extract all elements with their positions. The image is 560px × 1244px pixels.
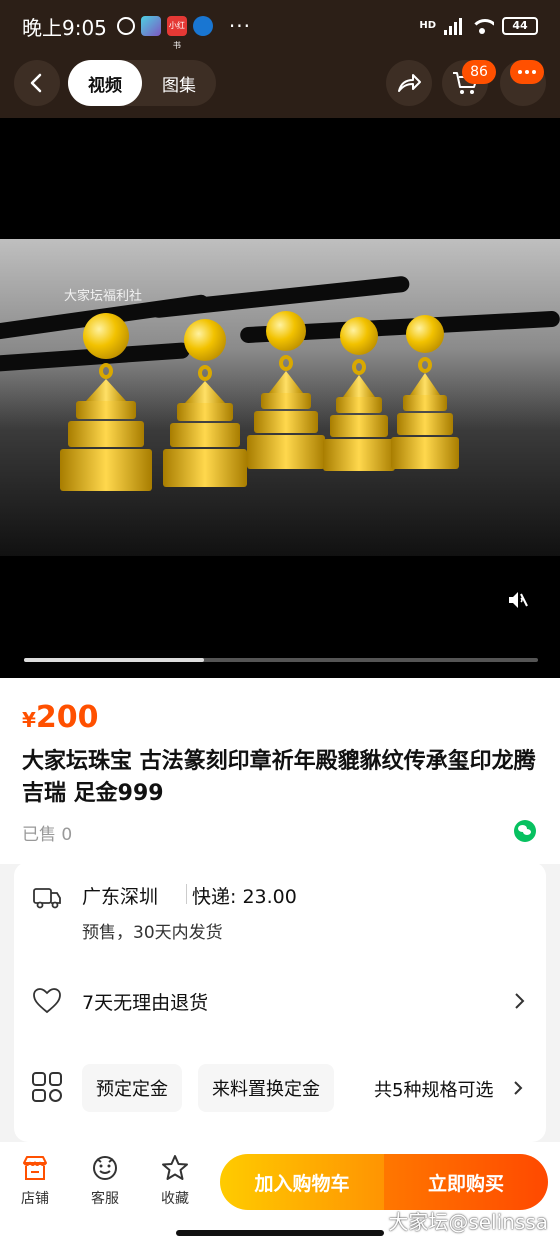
customer-service-button[interactable]: 客服 [80, 1154, 130, 1208]
video-progress-bar[interactable] [24, 658, 538, 662]
divider [186, 884, 187, 904]
shipping-row[interactable]: 广东深圳 快递: 23.00 预售，30天内发货 [14, 862, 546, 962]
battery-icon: 44 [502, 17, 538, 35]
tab-video[interactable]: 视频 [68, 60, 142, 106]
status-bar: 晚上9:05 小红书 ··· HD 44 [0, 0, 560, 52]
video-frame-image: 大家坛福利社 [0, 239, 560, 556]
tab-gallery[interactable]: 图集 [142, 60, 216, 106]
store-icon [23, 1156, 47, 1180]
product-video[interactable]: 大家坛福利社 [0, 118, 560, 678]
status-time: 晚上9:05 [22, 15, 107, 40]
star-icon [162, 1155, 188, 1180]
spec-chip-deposit[interactable]: 预定定金 [82, 1064, 182, 1112]
chevron-right-icon[interactable] [512, 1080, 524, 1096]
app-notification-icon-blue [192, 16, 213, 36]
return-policy-text: 7天无理由退货 [82, 992, 209, 1014]
video-progress-fill [24, 658, 204, 662]
price: ¥200 [22, 700, 99, 735]
gold-pendant [246, 311, 326, 469]
specs-grid-icon [32, 1072, 62, 1102]
gold-pendant [56, 313, 156, 491]
return-policy-row[interactable]: 7天无理由退货 [14, 962, 546, 1042]
shipping-service-card: 广东深圳 快递: 23.00 预售，30天内发货 7天无理由退货 预定定金 来料… [14, 862, 546, 1142]
favorite-label: 收藏 [161, 1191, 189, 1207]
cart-count-badge: 86 [462, 60, 496, 84]
back-button[interactable] [14, 60, 60, 106]
favorite-button[interactable]: 收藏 [150, 1154, 200, 1208]
share-icon [398, 74, 421, 92]
more-dots-icon[interactable] [510, 60, 544, 84]
add-to-cart-button[interactable]: 加入购物车 [220, 1154, 384, 1210]
top-nav: 视频 图集 86 [0, 52, 560, 118]
more-notifications-icon: ··· [228, 14, 251, 38]
chevron-left-icon [30, 73, 42, 93]
truck-icon [33, 888, 61, 909]
wechat-share-icon[interactable] [514, 820, 536, 842]
home-indicator[interactable] [176, 1230, 384, 1236]
customer-service-icon [93, 1156, 117, 1180]
bottom-action-bar: 店铺 客服 收藏 加入购物车 立即购买 大家坛@selinssa [0, 1142, 560, 1244]
wifi-icon [470, 17, 494, 35]
buy-now-button[interactable]: 立即购买 [384, 1154, 548, 1210]
xiaohongshu-notification-icon: 小红书 [166, 16, 187, 50]
app-notification-icon [140, 16, 161, 36]
presale-notice: 预售，30天内发货 [82, 923, 223, 943]
heart-icon [33, 988, 61, 1014]
currency-symbol: ¥ [22, 708, 36, 732]
shipping-fee: 快递: 23.00 [192, 886, 297, 908]
product-info: ¥200 大家坛珠宝 古法篆刻印章祈年殿貔貅纹传承玺印龙腾吉瑞 足金999 已售… [0, 678, 560, 864]
hd-network-label: HD [419, 20, 436, 31]
gold-pendant [160, 319, 250, 487]
gold-pendant [322, 317, 396, 471]
video-watermark: 大家坛福利社 [64, 289, 143, 304]
signal-icon [444, 17, 462, 35]
price-value: 200 [35, 700, 99, 735]
chevron-right-icon [515, 993, 525, 1009]
alarm-icon [116, 17, 135, 35]
ship-from-location: 广东深圳 [82, 886, 159, 908]
customer-service-label: 客服 [91, 1191, 119, 1207]
spec-options-total[interactable]: 共5种规格可选 [374, 1076, 493, 1102]
image-watermark: 大家坛@selinssa [388, 1210, 548, 1234]
share-button[interactable] [386, 60, 432, 106]
sold-count: 已售 0 [22, 825, 73, 845]
mute-icon[interactable] [506, 588, 530, 612]
store-label: 店铺 [21, 1191, 49, 1207]
spec-chip-material-exchange[interactable]: 来料置换定金 [198, 1064, 334, 1112]
store-button[interactable]: 店铺 [10, 1154, 60, 1208]
media-tabs: 视频 图集 [68, 60, 216, 106]
product-title: 大家坛珠宝 古法篆刻印章祈年殿貔貅纹传承玺印龙腾吉瑞 足金999 [22, 749, 536, 806]
gold-pendant [390, 315, 460, 469]
